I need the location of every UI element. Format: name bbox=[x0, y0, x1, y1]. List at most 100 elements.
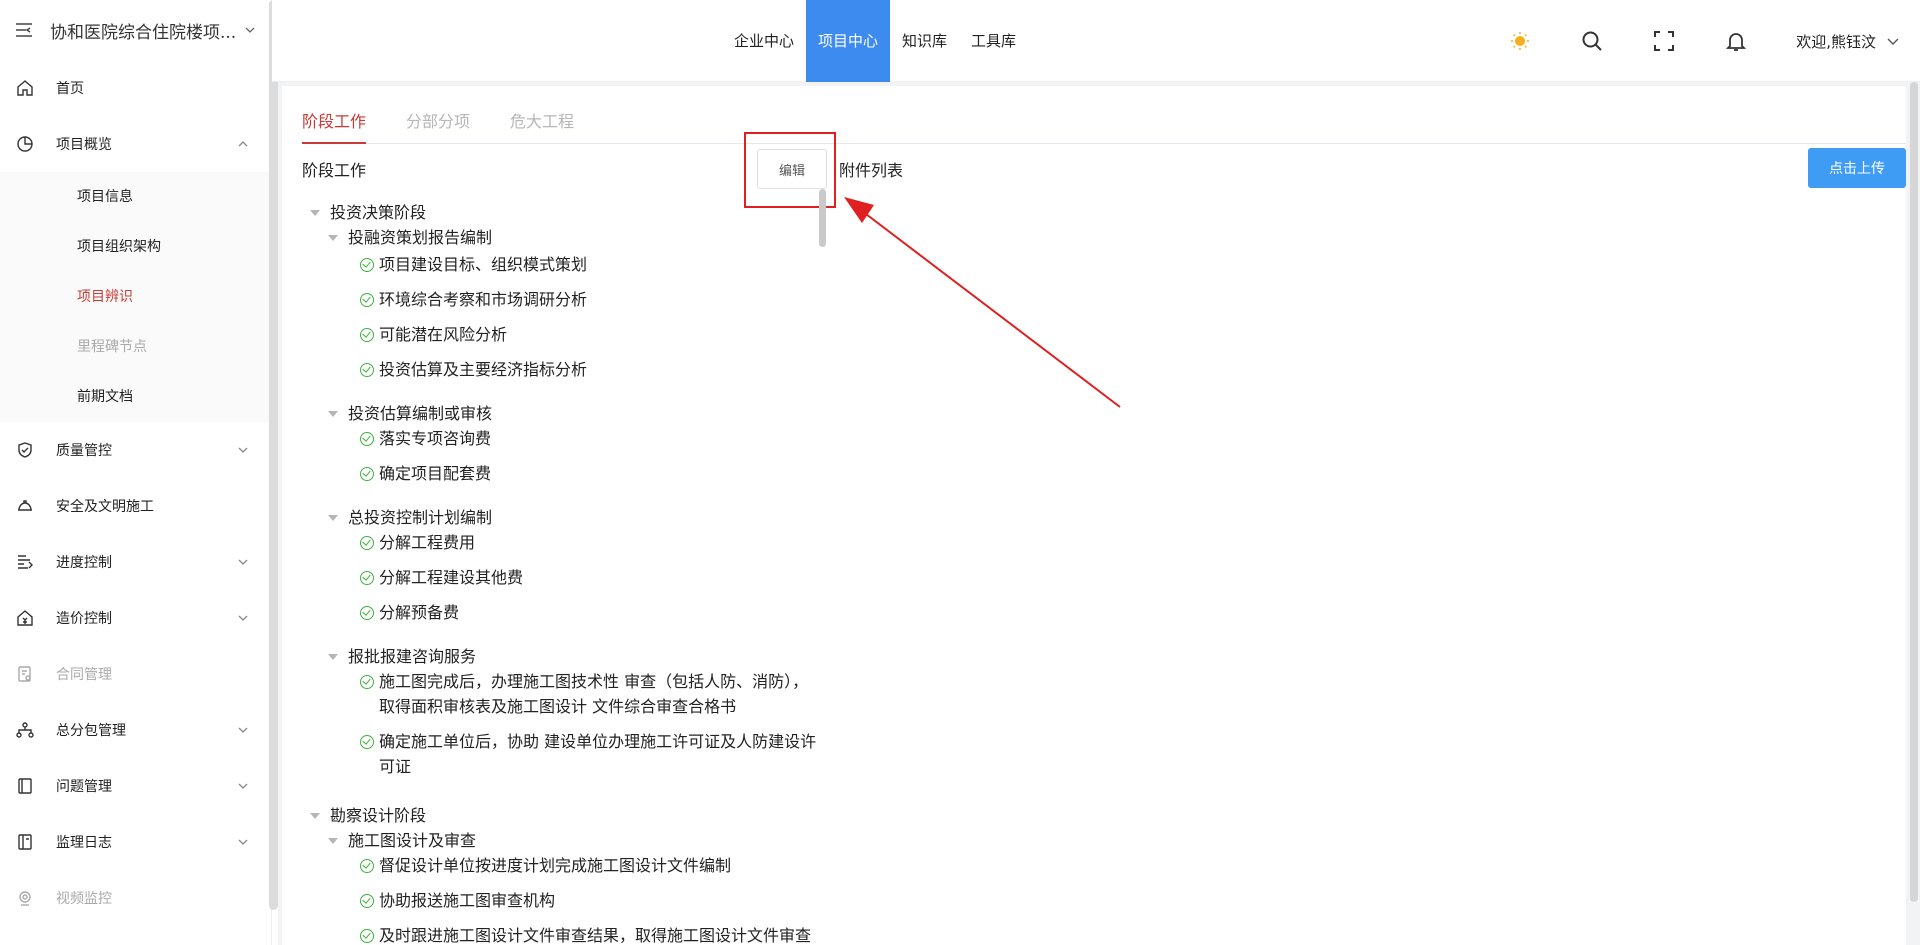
tab-stage-work[interactable]: 阶段工作 bbox=[302, 98, 367, 144]
top-nav: 企业中心 项目中心 知识库 工具库 bbox=[722, 0, 1028, 82]
search-icon[interactable] bbox=[1580, 29, 1604, 53]
tree-leaf-label: 环境综合考察和市场调研分析 bbox=[379, 290, 588, 309]
caret-down-icon[interactable] bbox=[328, 235, 338, 241]
tree-leaf[interactable]: 可能潜在风险分析 bbox=[302, 322, 822, 347]
tree-leaf-label: 及时跟进施工图设计文件审查结果，取得施工图设计文件审查 bbox=[379, 926, 812, 945]
stage-tree: 投资决策阶段 投融资策划报告编制 项目建设目标、组织模式策划 环境综合考察和市场… bbox=[302, 196, 822, 945]
nav-knowledge-base[interactable]: 知识库 bbox=[890, 0, 959, 82]
tree-node-label: 投融资策划报告编制 bbox=[348, 228, 493, 247]
home-icon bbox=[16, 79, 34, 97]
sub-item-project-info[interactable]: 项目信息 bbox=[0, 172, 271, 222]
tree-leaf-label: 投资估算及主要经济指标分析 bbox=[379, 360, 588, 379]
tree-leaf[interactable]: 投资估算及主要经济指标分析 bbox=[302, 357, 822, 382]
sidebar-header[interactable]: 协和医院综合住院楼项... bbox=[0, 0, 271, 60]
sidebar-scrollbar[interactable] bbox=[269, 0, 278, 910]
nav-toolbox[interactable]: 工具库 bbox=[959, 0, 1028, 82]
chevron-down-icon bbox=[245, 27, 255, 33]
tree-leaf-label: 分解工程费用 bbox=[379, 533, 476, 552]
tree-leaf[interactable]: 协助报送施工图审查机构 bbox=[302, 888, 822, 913]
tree-node-group[interactable]: 施工图设计及审查 bbox=[302, 829, 822, 853]
tree-leaf[interactable]: 督促设计单位按进度计划完成施工图设计文件编制 bbox=[302, 853, 822, 878]
caret-down-icon[interactable] bbox=[310, 210, 320, 216]
sub-item-project-identification[interactable]: 项目辨识 bbox=[0, 272, 271, 322]
caret-down-icon[interactable] bbox=[310, 813, 320, 819]
sub-item-early-documents[interactable]: 前期文档 bbox=[0, 372, 271, 422]
sidebar-item-label: 项目概览 bbox=[56, 137, 112, 153]
page-scrollbar[interactable] bbox=[1908, 82, 1920, 945]
sidebar-item-supervision-log[interactable]: 监理日志 bbox=[0, 814, 271, 870]
contract-icon bbox=[16, 665, 34, 683]
check-circle-icon bbox=[360, 735, 374, 749]
tree-leaf[interactable]: 落实专项咨询费 bbox=[302, 426, 822, 451]
tree-node-label: 投资估算编制或审核 bbox=[348, 404, 493, 423]
tree-node-group[interactable]: 总投资控制计划编制 bbox=[302, 506, 822, 530]
nav-enterprise-center[interactable]: 企业中心 bbox=[722, 0, 806, 82]
sidebar-item-subcontract[interactable]: 总分包管理 bbox=[0, 702, 271, 758]
sidebar-item-label: 进度控制 bbox=[56, 555, 112, 571]
sub-item-org-structure[interactable]: 项目组织架构 bbox=[0, 222, 271, 272]
tab-major-hazards[interactable]: 危大工程 bbox=[510, 98, 574, 144]
tree-leaf[interactable]: 施工图完成后，办理施工图技术性 审查（包括人防、消防），取得面积审核表及施工图设… bbox=[302, 669, 822, 719]
tree-leaf[interactable]: 确定施工单位后，协助 建设单位办理施工许可证及人防建设许可证 bbox=[302, 729, 822, 779]
sidebar-item-label: 合同管理 bbox=[56, 667, 112, 683]
tree-leaf-label: 确定施工单位后，协助 建设单位办理施工许可证及人防建设许可证 bbox=[379, 732, 817, 776]
theme-sun-icon[interactable] bbox=[1508, 29, 1532, 53]
tree-leaf[interactable]: 分解工程建设其他费 bbox=[302, 565, 822, 590]
overview-submenu: 项目信息 项目组织架构 项目辨识 里程碑节点 前期文档 bbox=[0, 172, 271, 422]
cost-icon bbox=[16, 609, 34, 627]
sidebar-item-label: 安全及文明施工 bbox=[56, 499, 154, 515]
sidebar-item-video[interactable]: 视频监控 bbox=[0, 870, 271, 926]
caret-down-icon[interactable] bbox=[328, 838, 338, 844]
upload-button[interactable]: 点击上传 bbox=[1808, 148, 1906, 188]
nav-project-center[interactable]: 项目中心 bbox=[806, 0, 891, 82]
tab-sub-items[interactable]: 分部分项 bbox=[406, 98, 470, 144]
tree-leaf[interactable]: 及时跟进施工图设计文件审查结果，取得施工图设计文件审查 bbox=[302, 923, 822, 945]
tree-leaf-label: 确定项目配套费 bbox=[379, 464, 492, 483]
tree-leaf[interactable]: 环境综合考察和市场调研分析 bbox=[302, 287, 822, 312]
bell-icon[interactable] bbox=[1724, 29, 1748, 53]
caret-down-icon[interactable] bbox=[328, 411, 338, 417]
project-selector-title[interactable]: 协和医院综合住院楼项... bbox=[50, 18, 236, 43]
check-circle-icon bbox=[360, 467, 374, 481]
menu-fold-icon[interactable] bbox=[14, 20, 34, 40]
sidebar-item-cost[interactable]: 造价控制 bbox=[0, 590, 271, 646]
tree-node-label: 勘察设计阶段 bbox=[330, 806, 427, 825]
sidebar-item-overview[interactable]: 项目概览 bbox=[0, 116, 271, 172]
fullscreen-icon[interactable] bbox=[1652, 29, 1676, 53]
tree-node-label: 总投资控制计划编制 bbox=[348, 508, 493, 527]
sidebar-item-home[interactable]: 首页 bbox=[0, 60, 271, 116]
tree-leaf[interactable]: 确定项目配套费 bbox=[302, 461, 822, 486]
sidebar-item-contract[interactable]: 合同管理 bbox=[0, 646, 271, 702]
sidebar-item-quality[interactable]: 质量管控 bbox=[0, 422, 271, 478]
user-menu[interactable]: 欢迎,熊钰汶 bbox=[1796, 31, 1876, 52]
check-circle-icon bbox=[360, 606, 374, 620]
sidebar-item-safety[interactable]: 安全及文明施工 bbox=[0, 478, 271, 534]
check-circle-icon bbox=[360, 258, 374, 272]
org-tree-icon bbox=[16, 721, 34, 739]
tree-node-group[interactable]: 投资估算编制或审核 bbox=[302, 402, 822, 426]
camera-icon bbox=[16, 889, 34, 907]
page-scrollbar-thumb[interactable] bbox=[1910, 82, 1918, 902]
chevron-down-icon[interactable] bbox=[1886, 34, 1900, 48]
sidebar-item-issues[interactable]: 问题管理 bbox=[0, 758, 271, 814]
tree-node-stage[interactable]: 勘察设计阶段 bbox=[302, 803, 822, 829]
tree-leaf-label: 分解工程建设其他费 bbox=[379, 568, 524, 587]
sidebar-item-label: 问题管理 bbox=[56, 779, 112, 795]
caret-down-icon[interactable] bbox=[328, 654, 338, 660]
sub-item-milestones[interactable]: 里程碑节点 bbox=[0, 322, 271, 372]
chevron-down-icon bbox=[238, 615, 248, 621]
tree-leaf[interactable]: 项目建设目标、组织模式策划 bbox=[302, 252, 822, 277]
tree-node-group[interactable]: 报批报建咨询服务 bbox=[302, 645, 822, 669]
sidebar-item-label: 监理日志 bbox=[56, 835, 112, 851]
sidebar-item-label: 首页 bbox=[56, 81, 84, 97]
caret-down-icon[interactable] bbox=[328, 515, 338, 521]
tree-node-label: 投资决策阶段 bbox=[330, 203, 427, 222]
tree-node-stage[interactable]: 投资决策阶段 bbox=[302, 200, 822, 226]
chevron-down-icon bbox=[238, 783, 248, 789]
tree-leaf[interactable]: 分解工程费用 bbox=[302, 530, 822, 555]
annotation-arrow bbox=[844, 197, 1121, 408]
tree-leaf[interactable]: 分解预备费 bbox=[302, 600, 822, 625]
tree-node-group[interactable]: 投融资策划报告编制 bbox=[302, 226, 822, 250]
sidebar-item-progress[interactable]: 进度控制 bbox=[0, 534, 271, 590]
chevron-up-icon bbox=[238, 141, 248, 147]
